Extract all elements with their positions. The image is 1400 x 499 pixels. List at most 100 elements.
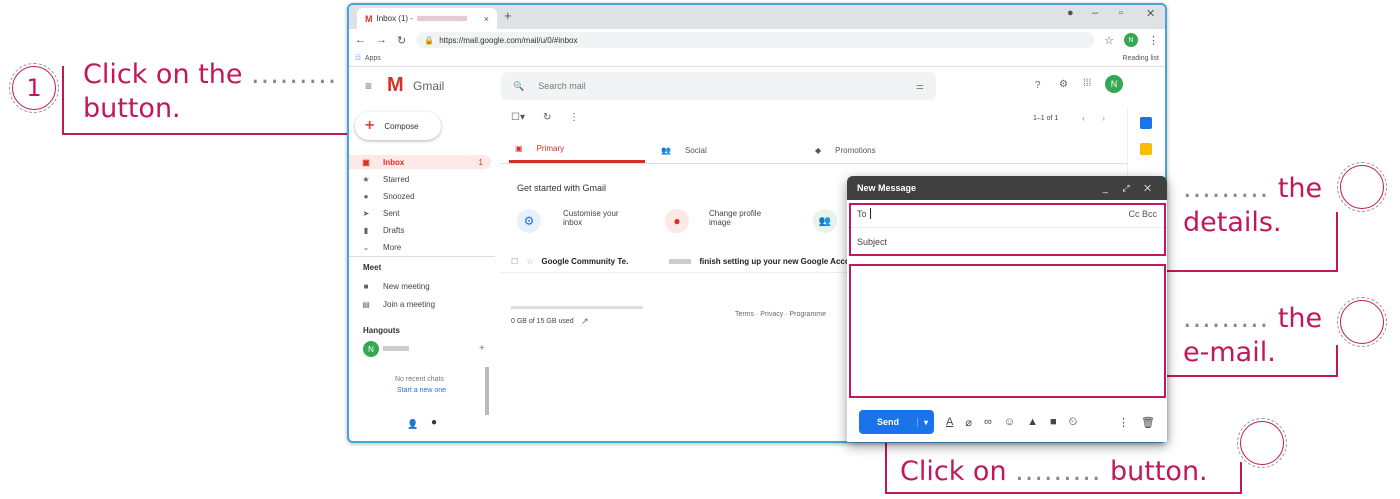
help-icon[interactable]: ? [1035,80,1041,91]
tab-social[interactable]: 👥 Social [661,137,707,163]
calendar-icon[interactable] [1140,117,1152,129]
keep-icon[interactable] [1140,143,1152,155]
main-menu-icon[interactable]: ≡ [365,79,372,93]
forward-icon[interactable]: → [376,34,387,46]
url-field[interactable]: 🔒 https://mail.google.com/mail/u/0/#inbo… [416,32,1095,48]
formatting-icon[interactable]: A [946,416,953,428]
footer-links[interactable]: Terms · Privacy · Programme [735,311,826,318]
profile-avatar[interactable]: N [1124,33,1138,47]
maximize-icon[interactable]: ▫ [1119,7,1123,19]
customise-inbox-card[interactable]: Customise your inbox [563,209,633,227]
step-number: 1 [26,74,42,102]
step1-connector-v [62,66,64,134]
close-window-icon[interactable]: ✕ [1146,7,1155,20]
apps-label[interactable]: Apps [365,55,381,62]
reload-icon[interactable]: ↻ [397,34,406,47]
select-all-checkbox[interactable]: ☐▾ [511,112,525,123]
link-icon[interactable]: ∞ [984,416,992,428]
google-apps-icon[interactable]: ⁞⁞⁞ [1083,78,1091,89]
row-star-icon[interactable]: ☆ [526,257,533,266]
photo-icon[interactable]: ■ [1050,416,1057,428]
primary-label: Primary [536,144,565,153]
next-page-icon[interactable]: › [1102,113,1105,123]
settings-gear-icon[interactable]: ⚙ [1059,79,1068,90]
prev-page-icon[interactable]: ‹ [1082,113,1085,123]
search-bar[interactable]: 🔍 Search mail ⚌ [501,72,936,100]
compose-window-controls[interactable]: _ ⤢ ✕ [1103,183,1157,194]
details-instruction: ......... the details. [1183,172,1322,240]
emoji-icon[interactable]: ☺ [1004,416,1015,428]
compose-button[interactable]: + Compose [355,112,441,140]
tab-promotions[interactable]: ◆ Promotions [815,137,876,163]
video-icon: ■ [363,281,369,291]
hangouts-avatar[interactable]: N [363,341,379,357]
account-icon[interactable]: ● [1067,7,1074,19]
nav-starred[interactable]: ★ Starred [361,172,491,186]
discard-draft-icon[interactable]: 🗑 [1141,416,1155,429]
url-text: https://mail.google.com/mail/u/0/#inbox [439,35,578,45]
customise-icon[interactable]: ⚙ [517,209,541,233]
change-profile-card[interactable]: Change profile image [709,209,779,227]
social-label: Social [684,145,707,155]
contacts-icon[interactable]: 👥 [813,209,837,233]
account-avatar[interactable]: N [1105,75,1123,93]
pagination: 1–1 of 1 [1033,115,1059,122]
send-text-b: button. [1110,456,1208,487]
chevron-down-icon: ⌄ [362,242,370,252]
send-options-icon[interactable]: ▾ [917,417,934,427]
inbox-icon: ▣ [362,157,370,167]
tab-gmail-inbox[interactable]: M Inbox (1) - × [357,8,497,29]
star-icon[interactable]: ☆ [1104,34,1114,47]
attach-icon[interactable]: ⌀ [965,416,972,429]
tab-primary[interactable]: ▣ Primary [509,137,645,163]
open-external-icon[interactable]: ↗ [581,316,589,327]
new-tab-button[interactable]: + [504,8,512,23]
back-icon[interactable]: ← [355,34,366,46]
star-icon: ★ [362,174,370,184]
redacted-subject-name [669,259,692,264]
nav-snoozed[interactable]: ● Snoozed [361,189,491,203]
nav-new-meeting[interactable]: ■ New meeting [361,279,491,293]
send-arrow-icon: ➤ [362,208,370,218]
email-connector-v [1336,345,1338,377]
tab-close-icon[interactable]: × [484,14,489,24]
more-options-icon[interactable]: ⋮ [569,112,579,123]
add-contact-icon[interactable]: + [479,343,485,354]
search-options-icon[interactable]: ⚌ [916,81,924,92]
tab-bar: M Inbox (1) - × + ● – ▫ ✕ [349,5,1165,29]
hangouts-scrollbar[interactable] [485,367,489,415]
nav-drafts-label: Drafts [383,225,405,235]
search-input[interactable]: Search mail [538,81,586,91]
profile-image-icon[interactable]: ● [665,209,689,233]
step1-text-b: button. [83,93,181,124]
send-badge [1237,418,1287,468]
drive-icon[interactable]: ▲ [1027,416,1038,428]
email-body-highlight [849,264,1166,398]
nav-drafts[interactable]: ▮ Drafts [361,223,491,237]
row-checkbox[interactable]: ☐ [511,257,518,266]
nav-more[interactable]: ⌄ More [361,240,491,254]
redacted-name [383,346,409,351]
confidential-icon[interactable]: ⏲ [1069,416,1078,429]
send-instruction: Click on ......... button. [900,455,1208,489]
start-new-link[interactable]: Start a new one [397,387,446,394]
search-icon[interactable]: 🔍 [513,81,524,92]
nav-join-meeting[interactable]: ▤ Join a meeting [361,297,491,311]
email-connector-h [1156,375,1338,377]
apps-grid-icon[interactable]: ⁞⁞⁞ [355,55,361,62]
menu-dots-icon[interactable]: ⋮ [1148,34,1159,47]
chat-icon[interactable]: ● [431,417,437,428]
nav-starred-label: Starred [383,174,410,184]
send-button[interactable]: Send ▾ [859,410,935,434]
no-recent-chats: No recent chats [395,376,445,383]
sidebar-divider [349,256,495,257]
nav-inbox[interactable]: ▣ Inbox 1 [349,155,491,169]
compose-more-icon[interactable]: ⋮ [1118,416,1129,429]
nav-inbox-label: Inbox [383,157,405,167]
minimize-icon[interactable]: – [1092,7,1098,19]
reading-list[interactable]: Reading list [1122,55,1159,62]
refresh-icon[interactable]: ↻ [543,112,551,123]
nav-sent[interactable]: ➤ Sent [361,206,491,220]
hangouts-heading: Hangouts [363,326,400,335]
person-icon[interactable]: 👤 [407,419,418,430]
